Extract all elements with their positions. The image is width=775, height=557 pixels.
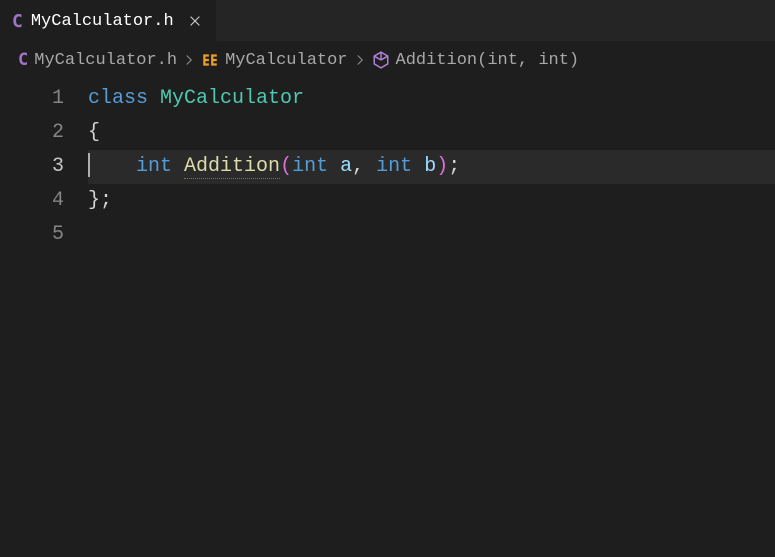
chevron-right-icon (354, 52, 366, 69)
comma: , (352, 155, 364, 178)
line-number: 3 (0, 150, 88, 184)
keyword: class (88, 87, 148, 110)
chevron-right-icon (183, 52, 195, 69)
code-content[interactable]: class MyCalculator { int Addition(int a,… (88, 82, 775, 252)
line-number: 4 (0, 184, 88, 218)
code-editor[interactable]: 1 2 3 4 5 class MyCalculator { int Addit… (0, 78, 775, 252)
code-line-active[interactable]: int Addition(int a, int b); (88, 150, 775, 184)
line-number: 5 (0, 218, 88, 252)
tab-mycalculator[interactable]: C MyCalculator.h (0, 0, 217, 42)
keyword: int (292, 155, 328, 178)
c-file-icon: C (12, 11, 23, 32)
keyword: int (136, 155, 172, 178)
c-file-icon: C (18, 50, 28, 70)
breadcrumb-file[interactable]: MyCalculator.h (34, 51, 177, 70)
function-name: Addition (184, 155, 280, 179)
code-line[interactable] (88, 218, 775, 252)
close-icon[interactable] (186, 12, 204, 30)
line-number: 1 (0, 82, 88, 116)
code-line[interactable]: class MyCalculator (88, 82, 775, 116)
keyword: int (376, 155, 412, 178)
brace: { (88, 121, 100, 144)
type-name: MyCalculator (160, 87, 304, 110)
breadcrumb-method[interactable]: Addition(int, int) (396, 51, 580, 70)
param: a (340, 155, 352, 178)
indent (88, 155, 136, 178)
method-icon (372, 51, 390, 69)
semicolon: ; (448, 155, 460, 178)
param: b (424, 155, 436, 178)
tab-bar: C MyCalculator.h (0, 0, 775, 42)
brace: } (88, 189, 100, 212)
semicolon: ; (100, 189, 112, 212)
class-icon (201, 51, 219, 69)
code-line[interactable]: { (88, 116, 775, 150)
line-gutter: 1 2 3 4 5 (0, 82, 88, 252)
code-line[interactable]: }; (88, 184, 775, 218)
paren: ) (436, 155, 448, 178)
text-cursor (88, 153, 90, 177)
line-number: 2 (0, 116, 88, 150)
tab-label: MyCalculator.h (31, 12, 174, 31)
breadcrumb-class[interactable]: MyCalculator (225, 51, 347, 70)
breadcrumb[interactable]: C MyCalculator.h MyCalculator Addition(i… (0, 42, 775, 78)
paren: ( (280, 155, 292, 178)
